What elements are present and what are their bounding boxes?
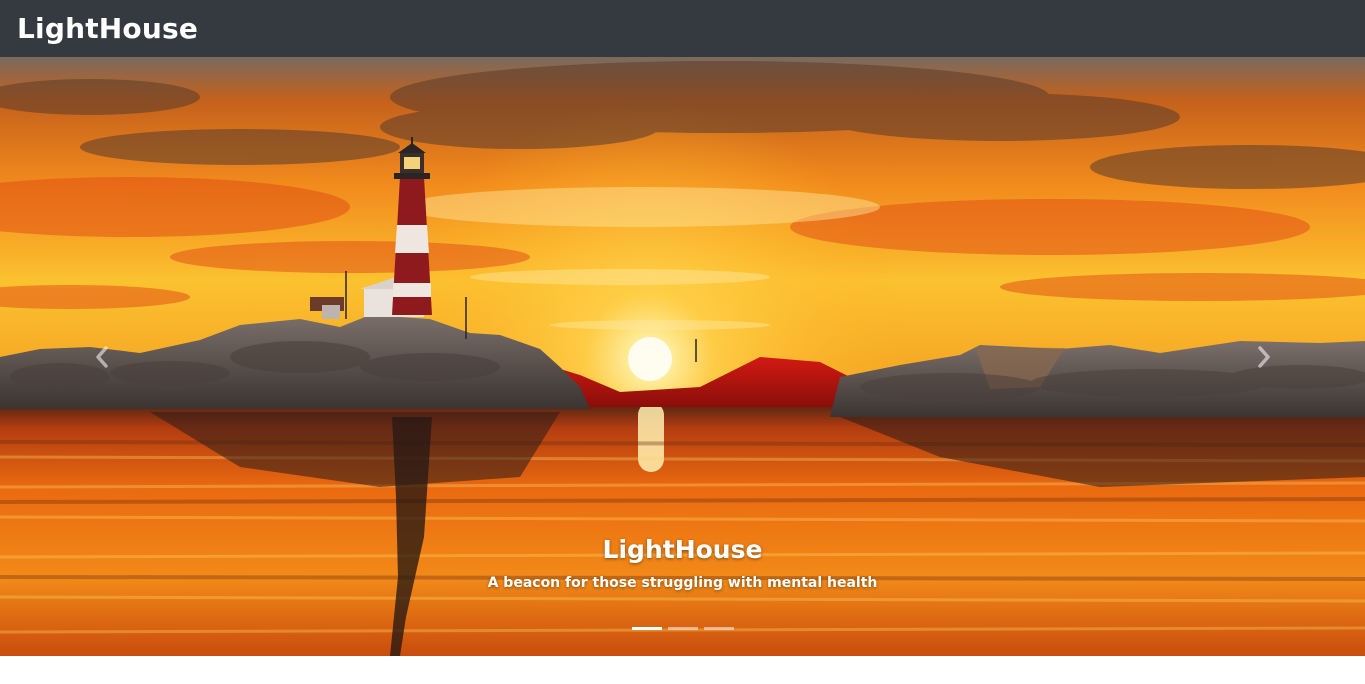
- carousel-prev-button[interactable]: [72, 327, 132, 387]
- carousel-indicators: [0, 627, 1365, 630]
- carousel-indicator-3[interactable]: [703, 627, 734, 630]
- caption-title: LightHouse: [602, 535, 763, 564]
- brand-logo[interactable]: LightHouse: [17, 14, 198, 43]
- hero-carousel: LightHouse A beacon for those struggling…: [0, 57, 1365, 656]
- chevron-left-icon: [96, 346, 108, 368]
- chevron-right-icon: [1258, 346, 1270, 368]
- carousel-indicator-1[interactable]: [631, 627, 662, 630]
- carousel-indicator-2[interactable]: [667, 627, 698, 630]
- navbar: LightHouse: [0, 0, 1365, 57]
- carousel-next-button[interactable]: [1234, 327, 1294, 387]
- carousel-caption: LightHouse A beacon for those struggling…: [0, 535, 1365, 592]
- caption-subtitle: A beacon for those struggling with menta…: [487, 575, 878, 591]
